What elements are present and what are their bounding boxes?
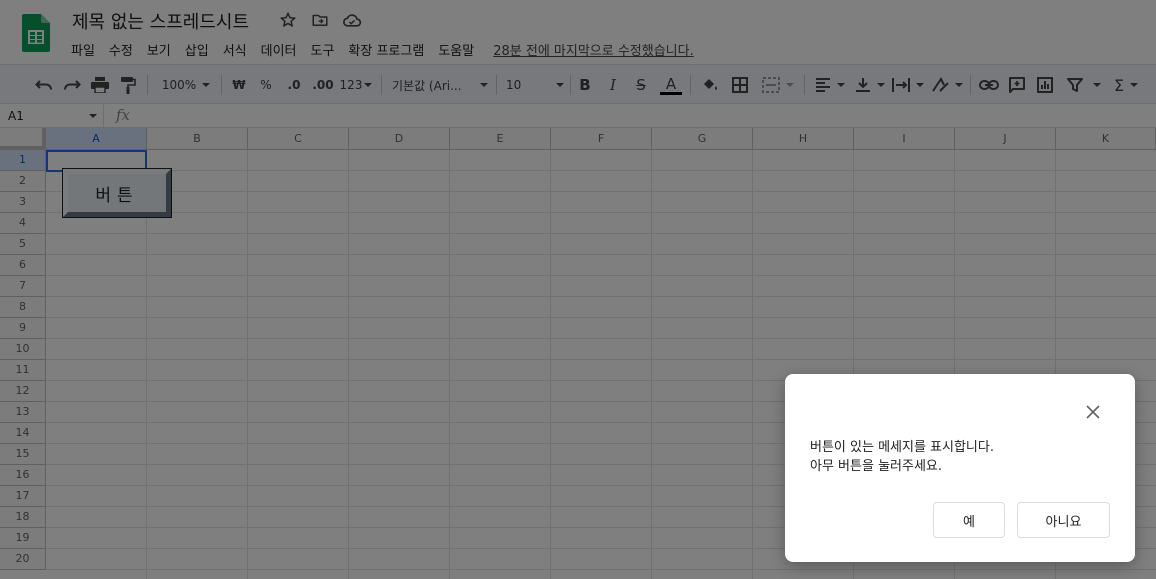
- dialog-message-line-1: 버튼이 있는 메세지를 표시합니다.: [810, 440, 994, 455]
- yes-button[interactable]: 예: [933, 502, 1005, 538]
- no-button[interactable]: 아니요: [1017, 502, 1110, 538]
- close-icon[interactable]: [1083, 402, 1103, 422]
- dialog-message: 버튼이 있는 메세지를 표시합니다. 아무 버튼을 눌러주세요.: [810, 438, 994, 476]
- message-dialog: 버튼이 있는 메세지를 표시합니다. 아무 버튼을 눌러주세요. 예 아니요: [785, 374, 1135, 562]
- dialog-message-line-2: 아무 버튼을 눌러주세요.: [810, 459, 942, 474]
